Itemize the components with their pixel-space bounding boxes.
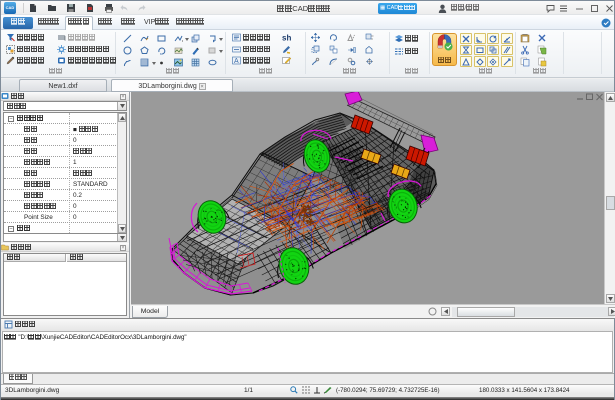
svg-text:A: A (234, 58, 239, 65)
svg-text:sh: sh (282, 34, 291, 43)
